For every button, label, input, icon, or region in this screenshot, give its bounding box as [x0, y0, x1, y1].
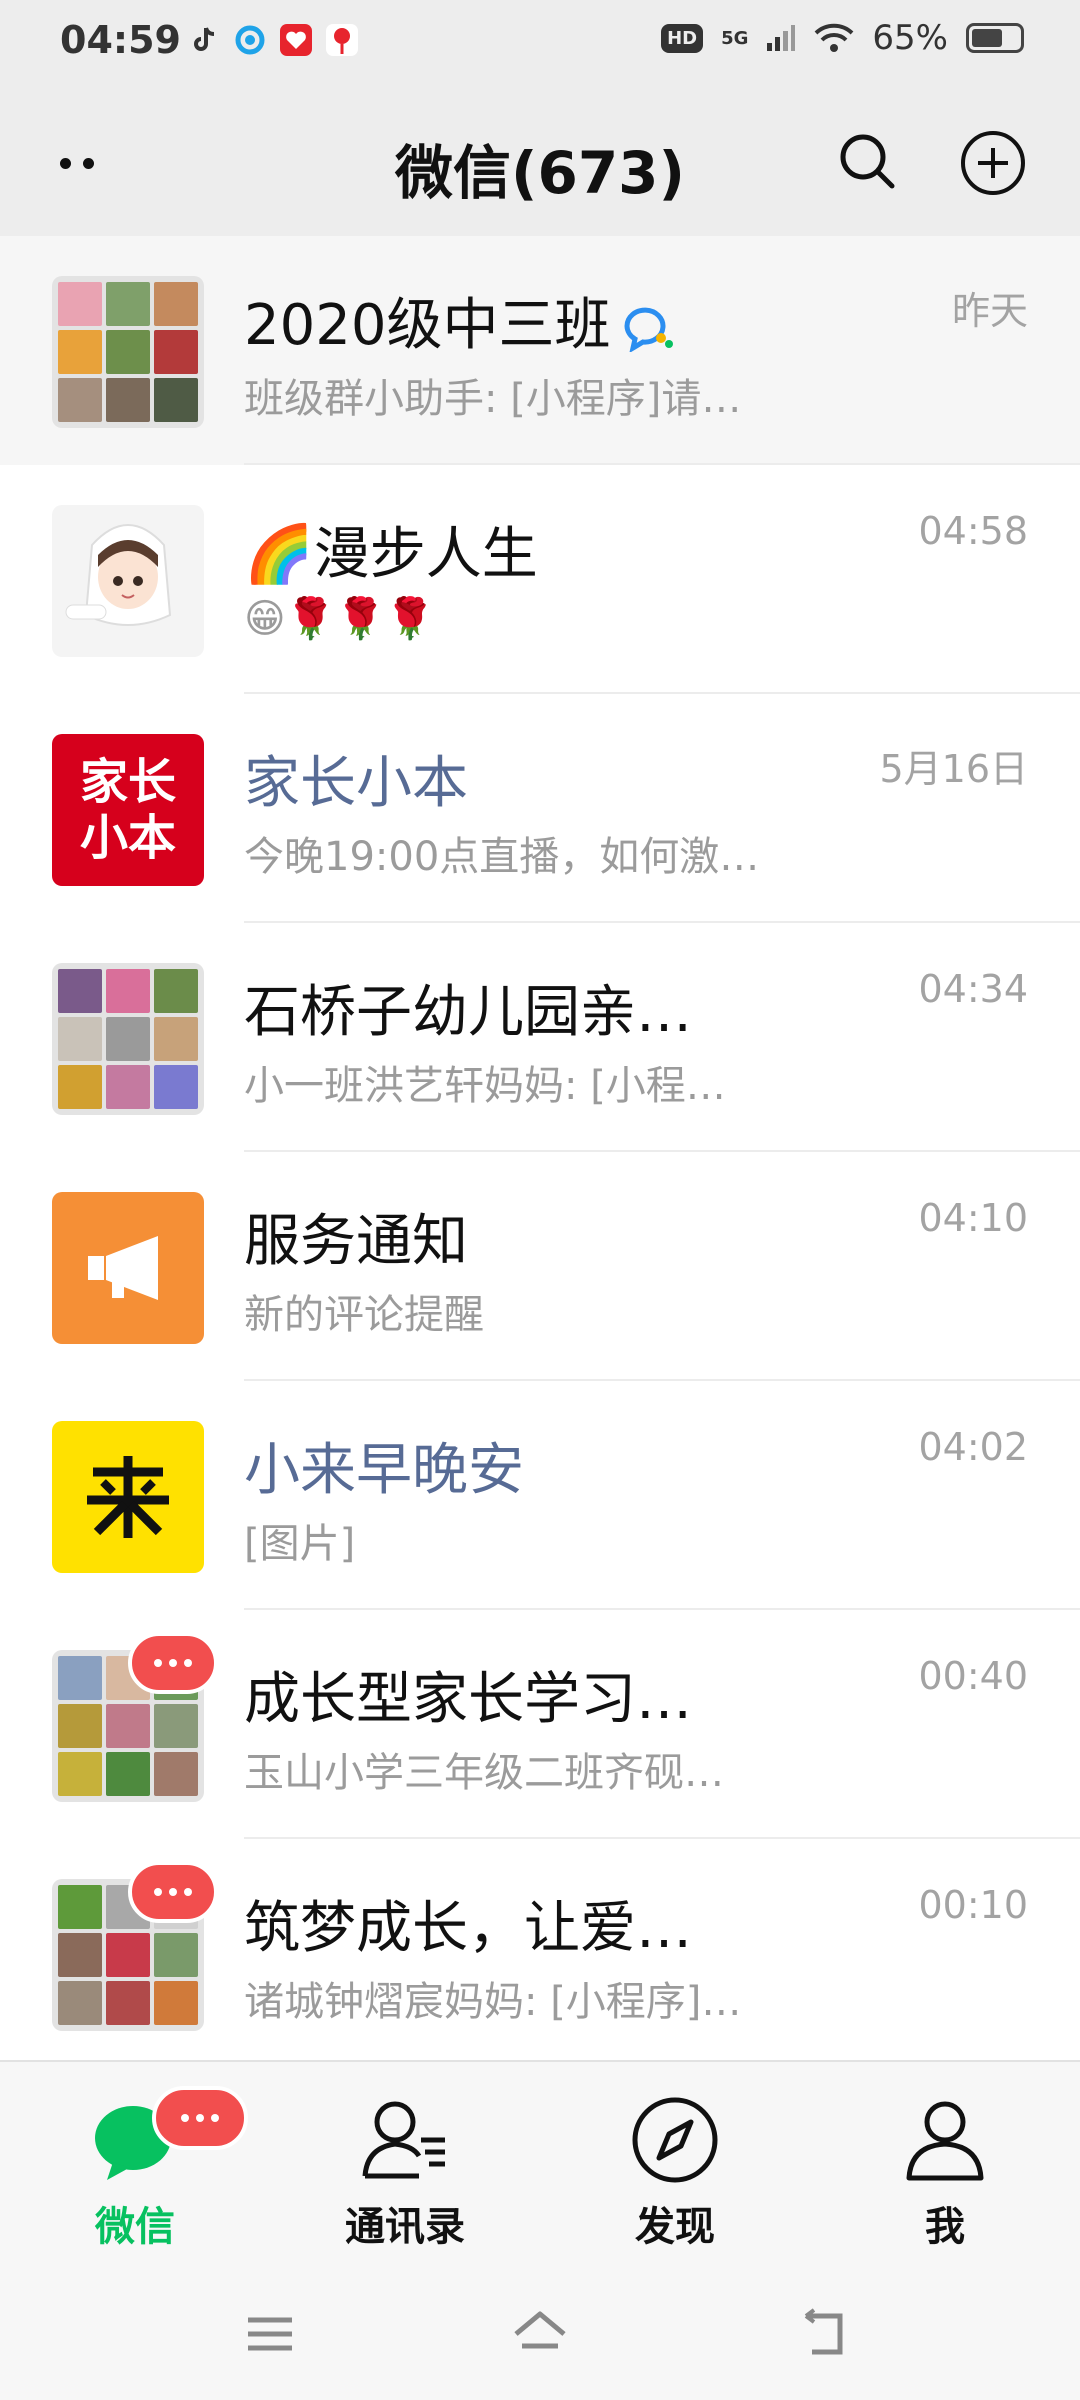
tab-label: 发现 — [635, 2204, 715, 2250]
add-icon[interactable] — [958, 128, 1028, 198]
chat-name: 服务通知 — [244, 1209, 468, 1274]
home-icon[interactable] — [510, 2304, 570, 2364]
chat-item[interactable]: 服务通知 新的评论提醒 04:10 — [0, 1152, 1080, 1381]
chat-item[interactable]: 筑梦成长，让爱… 诸城钟熠宸妈妈: [小程序]… 00:10 — [0, 1839, 1080, 2060]
cartoon-girl-avatar — [52, 505, 204, 657]
chat-time: 04:02 — [918, 1425, 1028, 1469]
menu-icon[interactable] — [240, 2304, 300, 2364]
logo-text: 家长小本 — [79, 754, 176, 866]
map-pin-app-icon — [326, 24, 358, 56]
signal-icon — [767, 25, 796, 51]
health-app-icon — [280, 24, 312, 56]
group-avatar — [52, 963, 204, 1115]
hd-badge: HD — [661, 23, 704, 53]
chat-preview: 今晚19:00点直播，如何激… — [244, 834, 760, 880]
more-badge — [128, 1861, 218, 1923]
tiktok-icon — [188, 24, 220, 56]
chat-name: 石桥子幼儿园亲… — [244, 980, 692, 1045]
page-title: 微信(673) — [394, 139, 686, 207]
chat-name: 小来早晚安 — [244, 1438, 524, 1503]
more-badge — [152, 2086, 248, 2150]
tab-label: 我 — [925, 2204, 965, 2250]
chat-name: 成长型家长学习… — [244, 1667, 692, 1732]
chat-preview: 小一班洪艺轩妈妈: [小程… — [244, 1063, 726, 1109]
chat-time: 04:34 — [918, 967, 1028, 1011]
status-time: 04:59 — [60, 18, 181, 62]
battery-percent: 65% — [872, 18, 948, 58]
chat-name: 家长小本 — [244, 751, 468, 816]
chat-item[interactable]: 小来早晚安 [图片] 04:02 — [0, 1381, 1080, 1610]
chat-time: 5月16日 — [879, 747, 1028, 791]
chat-item[interactable]: 家长小本 家长小本 今晚19:00点直播，如何激… 5月16日 — [0, 694, 1080, 923]
chat-preview: 班级群小助手: [小程序]请… — [244, 376, 742, 422]
enterprise-chat-icon — [624, 307, 673, 352]
official-account-avatar: 家长小本 — [52, 734, 204, 886]
chat-preview: 玉山小学三年级二班齐砚… — [244, 1750, 724, 1796]
wifi-icon — [815, 23, 854, 52]
system-nav-bar — [0, 2272, 1080, 2400]
chat-item[interactable]: 🌈漫步人生 😁🌹🌹🌹 04:58 — [0, 465, 1080, 694]
tab-contacts[interactable]: 通讯录 — [270, 2062, 540, 2272]
chat-time: 04:58 — [918, 509, 1028, 553]
person-icon — [906, 2101, 984, 2181]
xiaolai-logo-icon — [87, 1456, 169, 1538]
chat-time: 00:10 — [918, 1883, 1028, 1927]
official-account-avatar — [52, 1421, 204, 1573]
network-type: 5G — [721, 27, 749, 49]
chat-name: 🌈漫步人生 — [244, 522, 538, 587]
battery-icon — [966, 23, 1024, 53]
back-icon[interactable] — [796, 2304, 856, 2364]
more-badge — [128, 1632, 218, 1694]
status-indicators: HD 5G 65% — [661, 18, 1024, 58]
search-icon[interactable] — [834, 128, 900, 194]
chat-item[interactable]: 石桥子幼儿园亲… 小一班洪艺轩妈妈: [小程… 04:34 — [0, 923, 1080, 1152]
tab-label: 通讯录 — [345, 2204, 465, 2250]
tab-bar: 微信 通讯录 发现 我 — [0, 2060, 1080, 2272]
group-avatar — [52, 276, 204, 428]
contacts-icon — [362, 2101, 445, 2179]
chat-time: 00:40 — [918, 1654, 1028, 1698]
tab-chats[interactable]: 微信 — [0, 2062, 270, 2272]
status-app-icons — [188, 24, 358, 56]
status-bar: 04:59 HD 5G 65% — [0, 0, 1080, 84]
tab-label: 微信 — [95, 2204, 175, 2250]
chat-time: 04:10 — [918, 1196, 1028, 1240]
chat-preview: [图片] — [244, 1521, 356, 1567]
title-bar: 微信(673) — [0, 84, 1080, 236]
chat-name: 筑梦成长，让爱… — [244, 1896, 692, 1961]
chat-name: 2020级中三班 — [244, 280, 675, 361]
chat-time: 昨天 — [951, 289, 1028, 333]
chat-preview: 😁🌹🌹🌹 — [244, 596, 436, 642]
chat-preview: 新的评论提醒 — [244, 1292, 484, 1338]
chat-list: 2020级中三班 班级群小助手: [小程序]请… 昨天 🌈漫步人生 😁🌹🌹🌹 0… — [0, 236, 1080, 2060]
chat-item[interactable]: 2020级中三班 班级群小助手: [小程序]请… 昨天 — [0, 236, 1080, 465]
service-notice-avatar — [52, 1192, 204, 1344]
browser-icon — [234, 24, 266, 56]
tab-discover[interactable]: 发现 — [540, 2062, 810, 2272]
battery-fill — [972, 29, 1002, 47]
compass-icon — [632, 2097, 718, 2183]
tab-me[interactable]: 我 — [810, 2062, 1080, 2272]
megaphone-icon — [88, 1236, 158, 1300]
chat-item[interactable]: 成长型家长学习… 玉山小学三年级二班齐砚… 00:40 — [0, 1610, 1080, 1839]
chat-preview: 诸城钟熠宸妈妈: [小程序]… — [244, 1979, 742, 2025]
